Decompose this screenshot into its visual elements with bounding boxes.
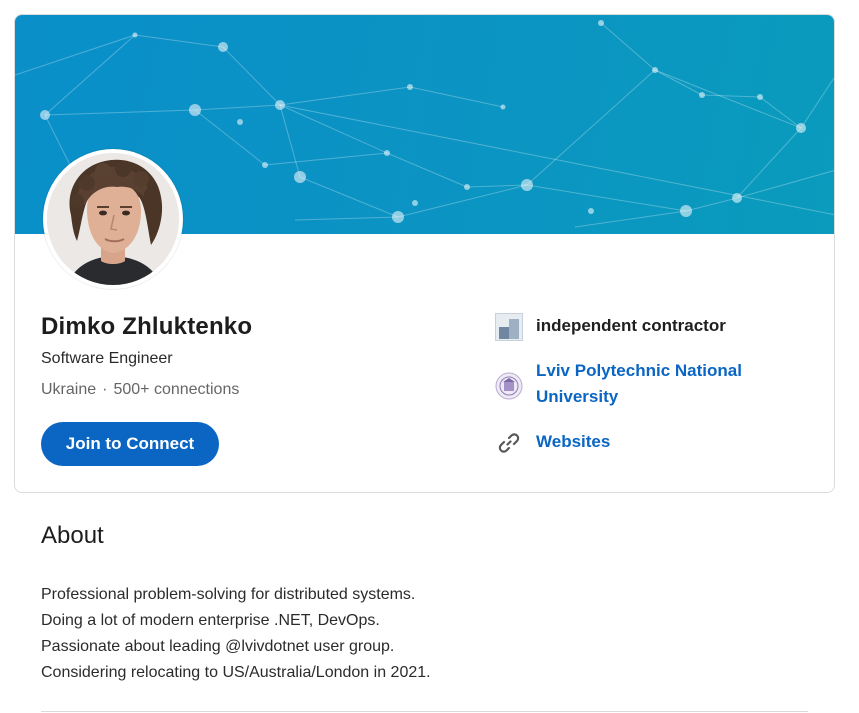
section-divider xyxy=(41,711,808,712)
about-line: Passionate about leading @lvivdotnet use… xyxy=(41,638,395,655)
profile-location: Ukraine xyxy=(41,381,97,398)
university-crest-icon xyxy=(495,372,523,400)
profile-meta: Ukraine · 500+ connections xyxy=(41,381,239,399)
about-heading: About xyxy=(41,522,104,549)
education-school[interactable]: Lviv Polytechnic National University xyxy=(495,358,742,410)
about-line: Doing a lot of modern enterprise .NET, D… xyxy=(41,612,380,629)
profile-headline: Software Engineer xyxy=(41,350,173,367)
school-name[interactable]: Lviv Polytechnic National University xyxy=(536,358,742,410)
link-icon xyxy=(495,429,523,457)
profile-card: Dimko Zhluktenko Software Engineer Ukrai… xyxy=(14,14,835,493)
meta-separator: · xyxy=(102,381,108,398)
websites-label: Websites xyxy=(536,432,611,451)
join-to-connect-button[interactable]: Join to Connect xyxy=(41,422,219,466)
profile-photo xyxy=(47,153,179,285)
about-line: Considering relocating to US/Australia/L… xyxy=(41,664,431,681)
about-line: Professional problem-solving for distrib… xyxy=(41,586,416,603)
current-company[interactable]: independent contractor xyxy=(495,313,726,341)
about-text: Professional problem-solving for distrib… xyxy=(41,582,431,686)
profile-connections: 500+ connections xyxy=(113,381,240,398)
avatar[interactable] xyxy=(43,149,183,289)
profile-name: Dimko Zhluktenko xyxy=(41,313,253,340)
company-logo-icon xyxy=(495,313,523,341)
company-name: independent contractor xyxy=(536,316,726,335)
websites-link[interactable]: Websites xyxy=(495,429,610,457)
